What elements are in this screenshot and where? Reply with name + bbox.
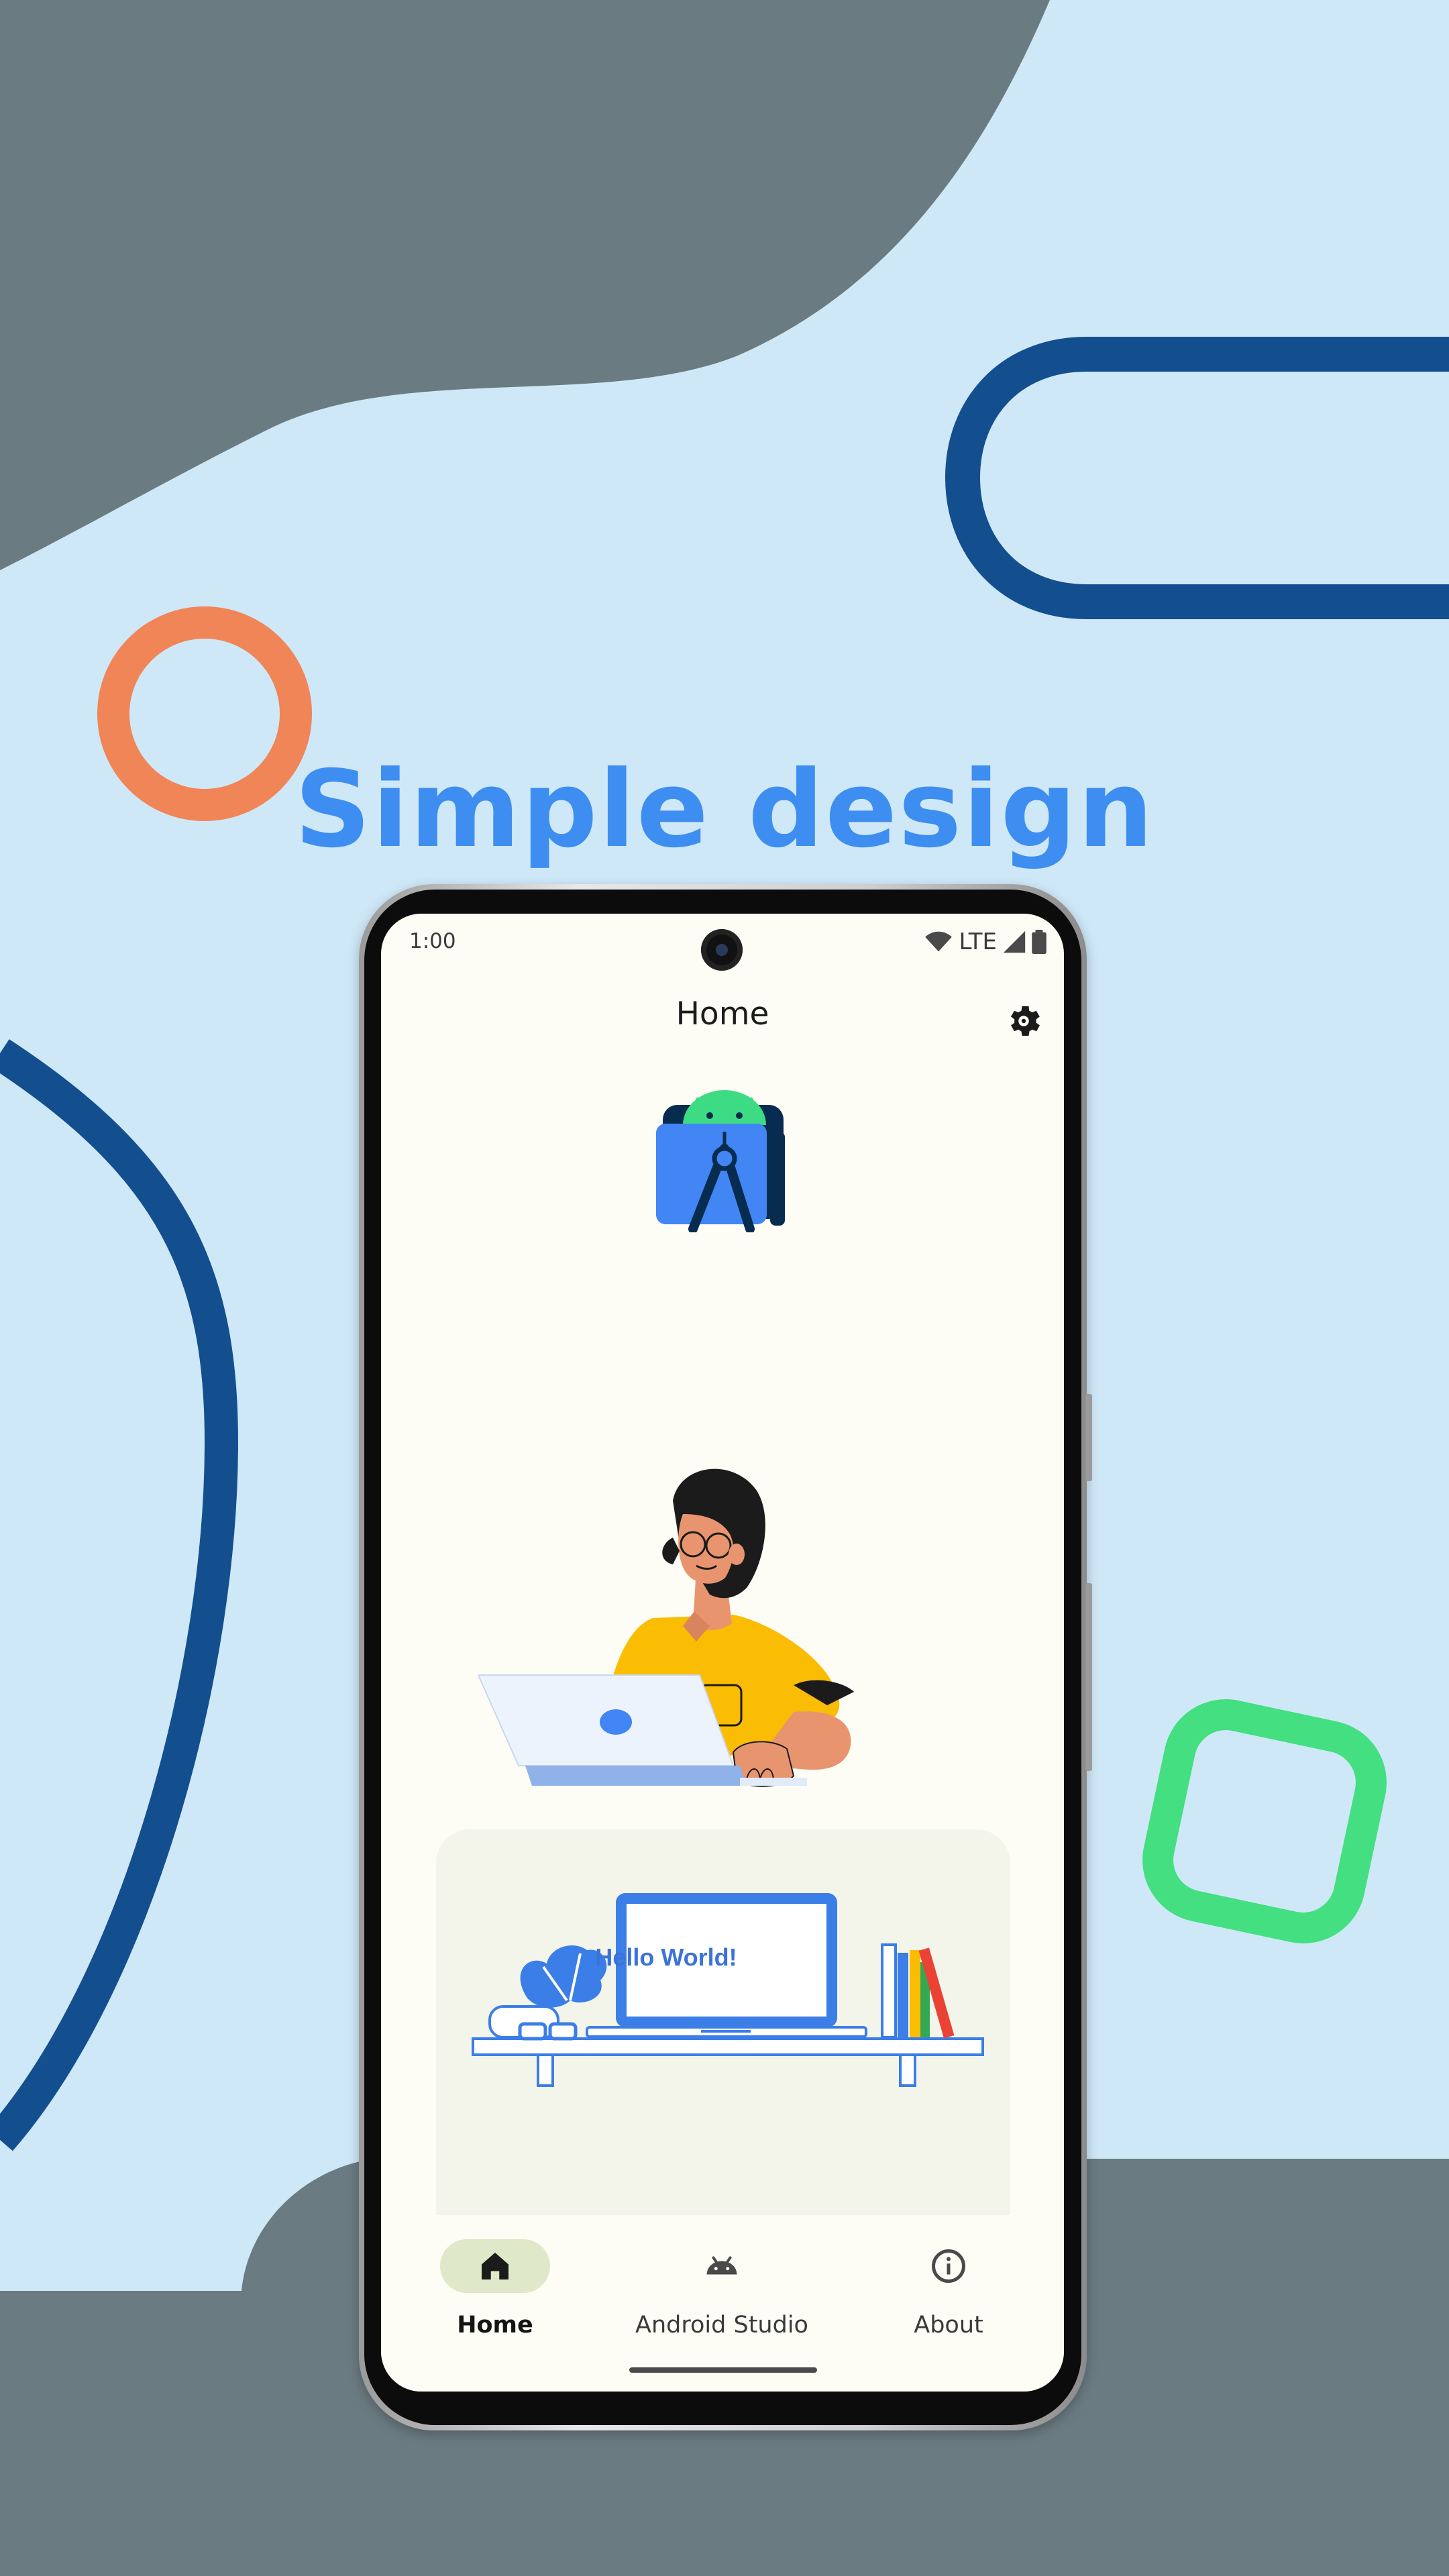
- nav-item-home[interactable]: Home: [394, 2239, 596, 2360]
- volume-button: [1085, 1583, 1092, 1771]
- nav-item-android-studio[interactable]: Android Studio: [621, 2239, 822, 2360]
- android-studio-logo: [656, 1090, 785, 1232]
- desk-scene: [472, 1893, 984, 2087]
- promo-headline: Simple design: [294, 748, 1155, 871]
- hello-world-text: Hello World!: [595, 1943, 737, 1971]
- power-button: [1085, 1394, 1092, 1481]
- nav-label-home: Home: [457, 2312, 533, 2339]
- page-title: Home: [676, 996, 769, 1032]
- desk-illustration-card: [436, 1829, 1010, 2259]
- status-bar: 1:00 LTE: [381, 914, 1064, 974]
- battery-icon: [1032, 930, 1046, 954]
- wifi-icon: [925, 931, 953, 952]
- home-icon: [482, 2253, 508, 2279]
- gesture-navigation-bar[interactable]: [629, 2367, 817, 2373]
- bottom-navigation: Home Android Studio About: [381, 2215, 1064, 2392]
- android-icon: [706, 2256, 737, 2275]
- status-time: 1:00: [409, 929, 456, 953]
- info-icon: [932, 2249, 965, 2283]
- status-icons: LTE: [924, 927, 1046, 957]
- network-type: LTE: [959, 928, 997, 955]
- nav-label-about: About: [914, 2312, 983, 2339]
- phone-screen: 1:00 LTE Home Hello World! Home Android …: [381, 914, 1064, 2392]
- nav-label-android-studio: Android Studio: [635, 2312, 808, 2339]
- gear-icon[interactable]: [1004, 1001, 1044, 1041]
- person-with-laptop: [478, 1468, 854, 1787]
- front-camera: [701, 929, 743, 971]
- cellular-signal-icon: [1003, 930, 1026, 953]
- nav-item-about[interactable]: About: [848, 2239, 1049, 2360]
